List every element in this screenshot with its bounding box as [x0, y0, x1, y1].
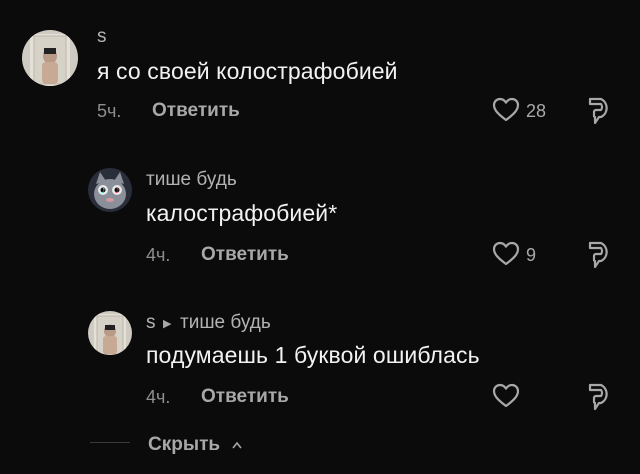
reply-button[interactable]: Ответить: [201, 244, 289, 266]
reply-button[interactable]: Ответить: [201, 386, 289, 408]
avatar[interactable]: ♪ ♪: [88, 168, 132, 212]
dislike-icon: [588, 97, 608, 125]
like-button[interactable]: [492, 96, 520, 124]
chevron-up-icon: [232, 441, 242, 449]
comment-text: подумаешь 1 буквой ошиблась: [146, 342, 480, 368]
heart-icon: [492, 97, 520, 122]
reply-to-username[interactable]: тише будь: [180, 312, 271, 334]
dislike-icon: [588, 241, 608, 269]
comment-username[interactable]: s: [146, 312, 156, 334]
dislike-button[interactable]: [584, 95, 614, 125]
heart-icon: [492, 383, 520, 408]
svg-text:♪: ♪: [101, 187, 105, 195]
comment-username[interactable]: s: [97, 26, 107, 48]
hide-replies-button[interactable]: Скрыть: [148, 434, 220, 456]
comment-time: 4ч.: [146, 245, 171, 265]
comment-username[interactable]: тише будь: [146, 169, 237, 191]
avatar[interactable]: [22, 30, 78, 86]
comment-text: я со своей колострафобией: [97, 58, 398, 84]
comment-time: 5ч.: [97, 101, 122, 121]
like-button[interactable]: [492, 382, 520, 410]
avatar[interactable]: [88, 311, 132, 355]
heart-icon: [492, 241, 520, 266]
like-count: 9: [526, 245, 537, 265]
reply-button[interactable]: Ответить: [152, 100, 240, 122]
dislike-icon: [588, 383, 608, 411]
divider: [90, 442, 130, 443]
like-count: 28: [526, 101, 547, 121]
comment-text: калострафобией*: [146, 200, 338, 226]
svg-text:♪: ♪: [115, 187, 119, 195]
dislike-button[interactable]: [584, 381, 614, 411]
comment-time: 4ч.: [146, 387, 171, 407]
like-button[interactable]: [492, 240, 520, 268]
reply-arrow-icon: ▶: [163, 318, 172, 330]
dislike-button[interactable]: [584, 239, 614, 269]
